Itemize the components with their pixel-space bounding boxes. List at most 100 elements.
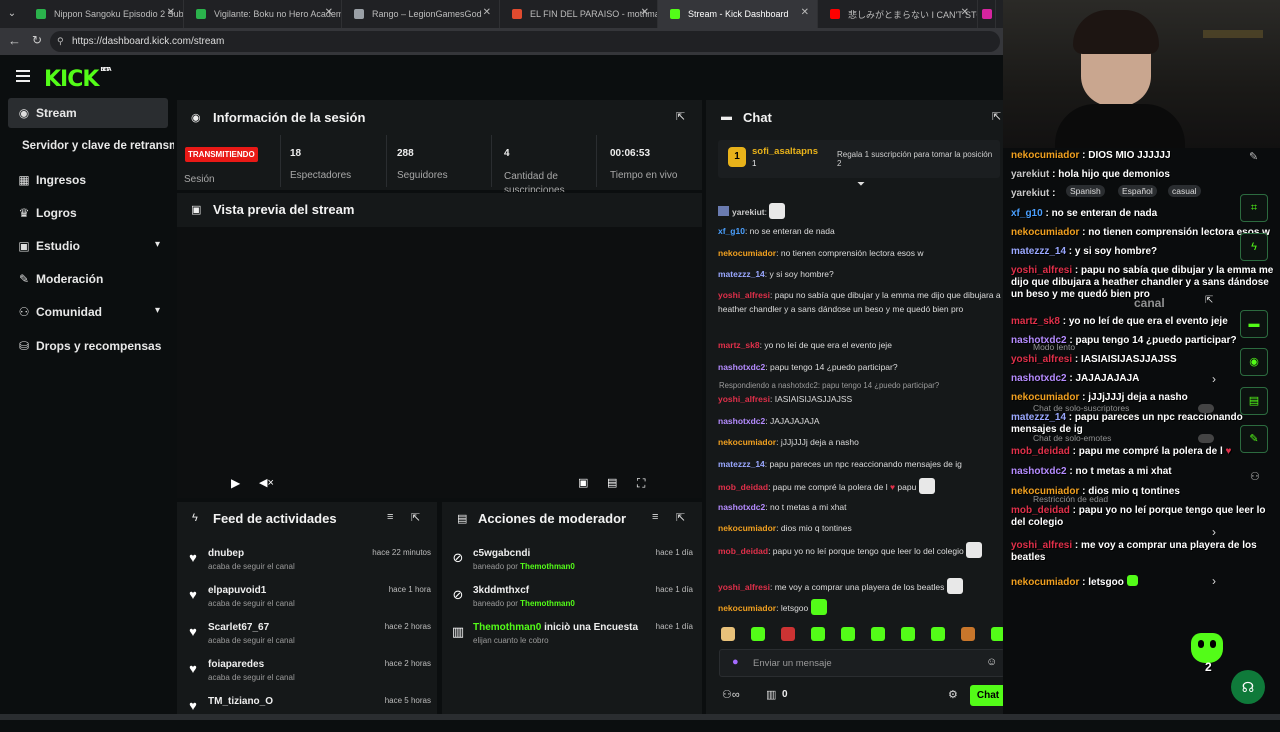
close-tab-icon[interactable]: ✕ bbox=[483, 7, 491, 18]
overlay-text: papu tengo 14 ¿puedo participar? bbox=[1075, 335, 1237, 346]
banned-user[interactable]: 3kddmthxcf bbox=[473, 585, 529, 596]
overlay-username: yarekiut bbox=[1011, 188, 1050, 199]
chat-username[interactable]: nekocumiador bbox=[718, 523, 776, 533]
store-icon[interactable]: ▥ bbox=[766, 688, 776, 701]
popout-icon[interactable]: ⇱ bbox=[992, 110, 1001, 123]
reload-icon[interactable]: ↻ bbox=[32, 33, 42, 47]
gift-badge-icon: 1 bbox=[728, 147, 746, 167]
close-tab-icon[interactable]: ✕ bbox=[167, 7, 175, 18]
activity-user[interactable]: dnubep bbox=[208, 548, 244, 559]
browser-tab[interactable]: Rango – LegionGamesGod ✕ bbox=[342, 0, 500, 28]
chat-username[interactable]: nashotxdc2 bbox=[718, 416, 765, 426]
browser-tab[interactable]: T bbox=[978, 0, 996, 28]
chat-username[interactable]: xf_g10 bbox=[718, 226, 745, 236]
tab-search-button[interactable]: ⌄ bbox=[0, 0, 24, 28]
activity-user[interactable]: TM_tiziano_O bbox=[208, 696, 273, 707]
banned-user[interactable]: c5wgabcndi bbox=[473, 548, 530, 559]
site-info-icon[interactable]: ⚲ bbox=[57, 31, 64, 52]
sidebar-item-server-key[interactable]: Servidor y clave de retransm bbox=[22, 131, 174, 161]
sidebar-item-drops[interactable]: ⛁ Drops y recompensas bbox=[8, 331, 168, 361]
overlay-username: matezzz_14 bbox=[1011, 412, 1067, 423]
browser-tab[interactable]: Nippon Sangoku Episodio 2 Sub ✕ bbox=[24, 0, 184, 28]
chat-input[interactable]: ● Enviar un mensaje ☺ bbox=[719, 649, 1005, 677]
emote-icon[interactable] bbox=[961, 627, 975, 641]
sidebar-item-community[interactable]: ⚇ Comunidad ▾ bbox=[8, 297, 168, 327]
activity-user[interactable]: Scarlet67_67 bbox=[208, 622, 269, 633]
hamburger-menu-icon[interactable] bbox=[16, 70, 30, 82]
overlay-text: IASIAISIJASJJAJSS bbox=[1081, 354, 1177, 365]
play-icon[interactable]: ▶ bbox=[231, 476, 240, 490]
sidebar-item-studio[interactable]: ▣ Estudio ▾ bbox=[8, 231, 168, 261]
fullscreen-icon[interactable]: ⛶ bbox=[637, 476, 645, 491]
close-tab-icon[interactable]: ✕ bbox=[801, 7, 809, 18]
chat-username[interactable]: martz_sk8 bbox=[718, 340, 760, 350]
points-icon[interactable]: ⚇∞ bbox=[722, 688, 740, 701]
chat-settings-icon[interactable]: ⚙ bbox=[948, 688, 958, 701]
moderator-name[interactable]: Themothman0 bbox=[473, 622, 541, 633]
theater-icon[interactable]: ▤ bbox=[607, 476, 617, 489]
chat-username[interactable]: yoshi_alfresi bbox=[718, 290, 770, 300]
moderator-name[interactable]: Themothman0 bbox=[520, 599, 575, 608]
emote-icon[interactable] bbox=[901, 627, 915, 641]
chat-username[interactable]: nekocumiador bbox=[718, 603, 776, 613]
send-chat-button[interactable]: Chat bbox=[970, 685, 1006, 706]
chat-username[interactable]: matezzz_14 bbox=[718, 269, 765, 279]
activity-user[interactable]: elpapuvoid1 bbox=[208, 585, 266, 596]
kick-logo[interactable]: KICK BETA bbox=[44, 67, 112, 92]
mic-icon[interactable]: ● bbox=[732, 656, 739, 668]
url-input[interactable]: ⚲ https://dashboard.kick.com/stream bbox=[50, 31, 1000, 52]
browser-tab[interactable]: Vigilante: Boku no Hero Academi ✕ bbox=[184, 0, 342, 28]
moderator-name[interactable]: Themothman0 bbox=[520, 562, 575, 571]
emote-icon[interactable] bbox=[781, 627, 795, 641]
emote-icon[interactable] bbox=[931, 627, 945, 641]
emoji-icon[interactable]: ☺ bbox=[986, 656, 997, 668]
popout-icon[interactable]: ⇱ bbox=[676, 511, 685, 524]
close-tab-icon[interactable]: ✕ bbox=[641, 7, 649, 18]
chat-username[interactable]: yarekiut bbox=[732, 207, 765, 217]
emote-icon[interactable] bbox=[721, 627, 735, 641]
activity-action: acaba de seguir el canal bbox=[208, 562, 295, 571]
filter-icon[interactable]: ≡ bbox=[387, 511, 393, 523]
filter-icon[interactable]: ≡ bbox=[652, 511, 658, 523]
activity-user[interactable]: foiaparedes bbox=[208, 659, 264, 670]
rail-chat-icon: ▬ bbox=[1240, 310, 1268, 338]
close-tab-icon[interactable]: ✕ bbox=[325, 7, 333, 18]
overlay-chat-line: nekocumiador : letsgoo bbox=[1011, 575, 1276, 589]
chat-username[interactable]: yoshi_alfresi bbox=[718, 582, 770, 592]
stream-preview-panel bbox=[177, 193, 702, 498]
chat-username[interactable]: matezzz_14 bbox=[718, 459, 765, 469]
filter-funnel-icon[interactable]: ⏷ bbox=[857, 179, 865, 190]
back-icon[interactable]: ← bbox=[8, 33, 21, 48]
chat-username[interactable]: mob_deidad bbox=[718, 546, 768, 556]
emote-icon[interactable] bbox=[811, 627, 825, 641]
mute-icon[interactable]: ◀× bbox=[259, 476, 274, 489]
browser-tab[interactable]: 悲しみがとまらない I CAN'T STOP T✕ bbox=[818, 0, 978, 28]
popout-icon[interactable]: ⇱ bbox=[411, 511, 420, 524]
toggle-switch bbox=[1198, 404, 1214, 413]
browser-tab[interactable]: EL FIN DEL PARAISO - mothman ✕ bbox=[500, 0, 658, 28]
overlay-popout-icon: ⇱ bbox=[1205, 295, 1214, 306]
sidebar-item-label: Stream bbox=[36, 106, 77, 120]
sidebar-item-revenue[interactable]: ▦ Ingresos bbox=[8, 165, 168, 195]
popout-icon[interactable]: ⇱ bbox=[676, 110, 685, 123]
close-tab-icon[interactable]: ✕ bbox=[961, 7, 969, 18]
miniplayer-icon[interactable]: ▣ bbox=[578, 476, 588, 489]
shelf-light bbox=[1203, 30, 1263, 38]
chat-username[interactable]: mob_deidad bbox=[718, 482, 768, 492]
emote-icon[interactable] bbox=[751, 627, 765, 641]
chat-username[interactable]: nashotxdc2 bbox=[718, 362, 765, 372]
browser-tab[interactable]: Stream - Kick Dashboard ✕ bbox=[658, 0, 818, 28]
chat-username[interactable]: nashotxdc2 bbox=[718, 502, 765, 512]
emote-icon[interactable] bbox=[871, 627, 885, 641]
sidebar-item-achievements[interactable]: ♛ Logros bbox=[8, 198, 168, 228]
chat-username[interactable]: nekocumiador bbox=[718, 437, 776, 447]
sidebar-item-moderation[interactable]: ✎ Moderación bbox=[8, 264, 168, 294]
overlay-chat-line: mob_deidad : papu yo no leí porque tengo… bbox=[1011, 505, 1266, 528]
chat-username[interactable]: yoshi_alfresi bbox=[718, 394, 770, 404]
ban-detail: baneado por bbox=[473, 599, 518, 608]
chat-message: mob_deidad: papu yo no leí porque tengo … bbox=[718, 542, 1003, 558]
emote-icon[interactable] bbox=[841, 627, 855, 641]
sidebar-item-stream[interactable]: ◉ Stream bbox=[8, 98, 168, 128]
overlay-username: mob_deidad bbox=[1011, 446, 1070, 457]
chat-username[interactable]: nekocumiador bbox=[718, 248, 776, 258]
